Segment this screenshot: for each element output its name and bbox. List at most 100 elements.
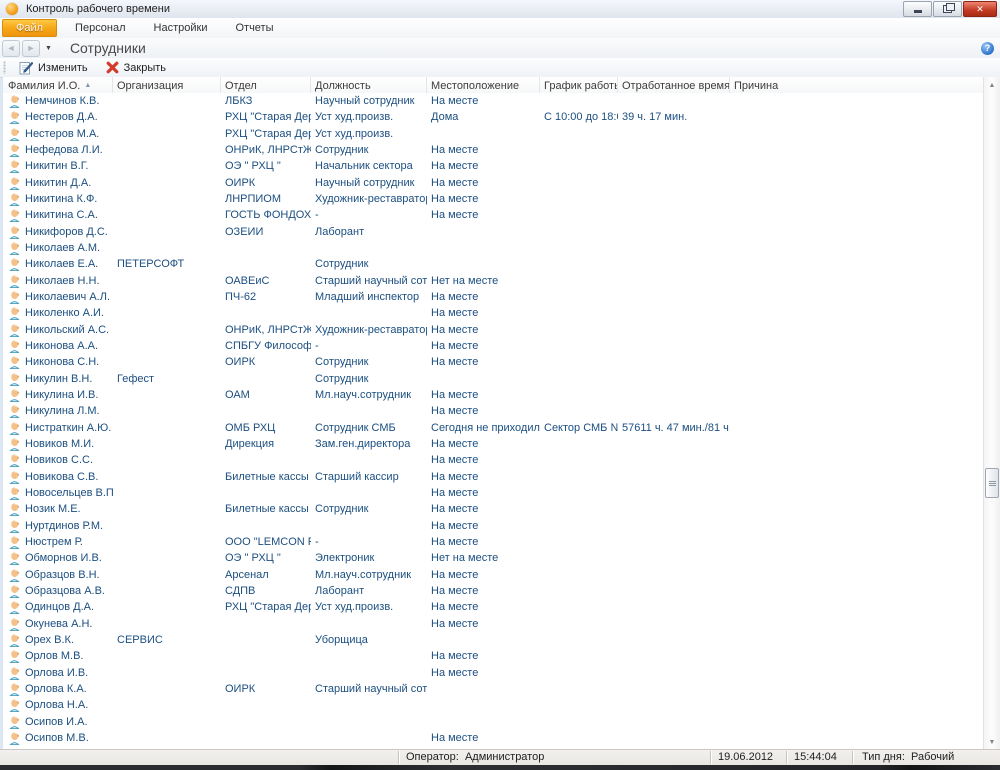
- cell-department: ОНРиК, ЛНРСтЖ: [221, 324, 311, 336]
- window-title: Контроль рабочего времени: [26, 3, 170, 15]
- cell-name: Новиков С.С.: [3, 453, 113, 467]
- employee-avatar-icon: [8, 208, 21, 222]
- cell-location: На месте: [427, 95, 540, 107]
- table-row[interactable]: Никитин В.Г.ОЭ " РХЦ "Начальник сектораН…: [3, 158, 984, 174]
- column-header-position[interactable]: Должность: [311, 77, 427, 93]
- table-row[interactable]: Никифоров Д.С.ОЗЕИИЛаборант: [3, 224, 984, 240]
- status-time: 15:44:04: [794, 751, 837, 763]
- column-header-worked-time[interactable]: Отработанное время: [618, 77, 730, 93]
- cell-department: ГОСТЬ ФОНДОХРАН: [221, 209, 311, 221]
- table-row[interactable]: Никитина К.Ф.ЛНРПИОМХудожник-реставратор…: [3, 191, 984, 207]
- table-row[interactable]: Николаев Н.Н.ОАВЕиССтарший научный сотру…: [3, 273, 984, 289]
- employee-avatar-icon: [8, 453, 21, 467]
- cell-name: Образцова А.В.: [3, 584, 113, 598]
- cell-department: Дирекция: [221, 438, 311, 450]
- column-header-schedule[interactable]: График работы: [540, 77, 618, 93]
- cell-position: Уст худ.произв.: [311, 111, 427, 123]
- employee-name: Нистраткин А.Ю.: [25, 422, 111, 434]
- minimize-button[interactable]: [903, 1, 932, 17]
- employee-avatar-icon: [8, 110, 21, 124]
- cell-location: Сегодня не приходил: [427, 422, 540, 434]
- close-view-button[interactable]: Закрыть: [97, 58, 175, 77]
- vertical-scrollbar[interactable]: ▲ ▼: [983, 77, 1000, 750]
- status-separator: [786, 751, 787, 764]
- scrollbar-thumb[interactable]: [985, 468, 999, 498]
- table-row[interactable]: Николаев А.М.: [3, 240, 984, 256]
- help-icon[interactable]: ?: [981, 42, 994, 55]
- cell-name: Окунева А.Н.: [3, 617, 113, 631]
- forward-button[interactable]: ►: [22, 40, 40, 57]
- back-button[interactable]: ◄: [2, 40, 20, 57]
- table-row[interactable]: Орлова К.А.ОИРКСтарший научный сотруд: [3, 681, 984, 697]
- cell-name: Никитина С.А.: [3, 208, 113, 222]
- column-header-department[interactable]: Отдел: [221, 77, 311, 93]
- table-row[interactable]: Образцова А.В.СДПВЛаборантНа месте: [3, 583, 984, 599]
- restore-button[interactable]: [933, 1, 962, 17]
- table-row[interactable]: Никитин Д.А.ОИРКНаучный сотрудникНа мест…: [3, 175, 984, 191]
- column-header-name[interactable]: Фамилия И.О. ▲: [3, 77, 113, 93]
- employee-name: Орлова И.В.: [25, 667, 88, 679]
- table-row[interactable]: Новиков С.С.На месте: [3, 452, 984, 468]
- employee-avatar-icon: [8, 502, 21, 516]
- table-row[interactable]: Обморнов И.В.ОЭ " РХЦ "ЭлектроникНет на …: [3, 550, 984, 566]
- table-row[interactable]: Нестеров М.А.РХЦ "Старая ДеревнУст худ.п…: [3, 126, 984, 142]
- table-row[interactable]: Никулин В.Н.ГефестСотрудник: [3, 371, 984, 387]
- scroll-down-icon[interactable]: ▼: [985, 735, 999, 749]
- employee-avatar-icon: [8, 584, 21, 598]
- table-row[interactable]: Нуртдинов Р.М.На месте: [3, 518, 984, 534]
- close-button[interactable]: ✕: [963, 1, 997, 17]
- cell-name: Нозик М.Е.: [3, 502, 113, 516]
- table-row[interactable]: Осипов М.В.На месте: [3, 730, 984, 746]
- table-row[interactable]: Никонова С.Н.ОИРКСотрудникНа месте: [3, 354, 984, 370]
- column-header-organization[interactable]: Организация: [113, 77, 221, 93]
- cell-location: На месте: [427, 471, 540, 483]
- table-row[interactable]: Николаевич А.Л.ПЧ-62Младший инспекторНа …: [3, 289, 984, 305]
- table-row[interactable]: Николенко А.И.На месте: [3, 305, 984, 321]
- table-row[interactable]: Образцов В.Н.АрсеналМл.науч.сотрудникНа …: [3, 567, 984, 583]
- column-header-reason[interactable]: Причина: [730, 77, 984, 93]
- cell-position: Сотрудник: [311, 356, 427, 368]
- table-row[interactable]: Окунева А.Н.На месте: [3, 616, 984, 632]
- table-row[interactable]: Никольский А.С.ОНРиК, ЛНРСтЖХудожник-рес…: [3, 322, 984, 338]
- table-row[interactable]: Николаев Е.А.ПЕТЕРСОФТСотрудник: [3, 256, 984, 272]
- table-row[interactable]: Нестеров Д.А.РХЦ "Старая ДеревнУст худ.п…: [3, 109, 984, 125]
- menu-tab-personnel[interactable]: Персонал: [61, 18, 140, 38]
- employee-name: Одинцов Д.А.: [25, 601, 94, 613]
- cell-name: Никулин В.Н.: [3, 372, 113, 386]
- table-row[interactable]: Новиков М.И.ДирекцияЗам.ген.директораНа …: [3, 436, 984, 452]
- scroll-up-icon[interactable]: ▲: [985, 78, 999, 92]
- page-title: Сотрудники: [70, 40, 146, 56]
- status-separator: [398, 751, 399, 764]
- cell-position: -: [311, 209, 427, 221]
- table-row[interactable]: Орех В.К.СЕРВИСУборщица: [3, 632, 984, 648]
- cell-name: Николаев А.М.: [3, 241, 113, 255]
- table-row[interactable]: Орлова И.В.На месте: [3, 664, 984, 680]
- menu-tab-reports[interactable]: Отчеты: [221, 18, 287, 38]
- table-row[interactable]: Никонова А.А.СПБГУ Философски-На месте: [3, 338, 984, 354]
- table-row[interactable]: Одинцов Д.А.РХЦ "Старая ДеревнУст худ.пр…: [3, 599, 984, 615]
- table-row[interactable]: Новикова С.В.Билетные кассыСтарший касси…: [3, 469, 984, 485]
- table-row[interactable]: Нюстрем Р.ООО "LEMCON RUS-На месте: [3, 534, 984, 550]
- toolbar-grip-handle[interactable]: [3, 61, 6, 74]
- edit-button[interactable]: Изменить: [10, 58, 97, 77]
- table-row[interactable]: Нистраткин А.Ю.ОМБ РХЦСотрудник СМБСегод…: [3, 420, 984, 436]
- cell-name: Одинцов Д.А.: [3, 600, 113, 614]
- table-row[interactable]: Нозик М.Е.Билетные кассыСотрудникНа мест…: [3, 501, 984, 517]
- table-row[interactable]: Никулина И.В.ОАММл.науч.сотрудникНа мест…: [3, 387, 984, 403]
- column-header-location[interactable]: Местоположение: [427, 77, 540, 93]
- table-row[interactable]: Орлов М.В.На месте: [3, 648, 984, 664]
- menu-tab-file[interactable]: Файл: [2, 19, 57, 37]
- table-row[interactable]: Немчинов К.В.ЛБКЗНаучный сотрудникНа мес…: [3, 93, 984, 109]
- table-row[interactable]: Орлова Н.А.: [3, 697, 984, 713]
- table-row[interactable]: Осипов И.А.: [3, 713, 984, 729]
- table-row[interactable]: Нефедова Л.И.ОНРиК, ЛНРСтЖСотрудникНа ме…: [3, 142, 984, 158]
- employee-name: Нестеров Д.А.: [25, 111, 98, 123]
- nav-dropdown-caret-icon[interactable]: ▼: [45, 45, 52, 52]
- table-row[interactable]: Никулина Л.М.На месте: [3, 403, 984, 419]
- menu-tab-settings[interactable]: Настройки: [140, 18, 222, 38]
- employee-avatar-icon: [8, 698, 21, 712]
- table-row[interactable]: Никитина С.А.ГОСТЬ ФОНДОХРАН-На месте: [3, 207, 984, 223]
- cell-name: Никулина Л.М.: [3, 404, 113, 418]
- table-row[interactable]: Новосельцев В.П.На месте: [3, 485, 984, 501]
- sort-asc-icon: ▲: [84, 82, 91, 89]
